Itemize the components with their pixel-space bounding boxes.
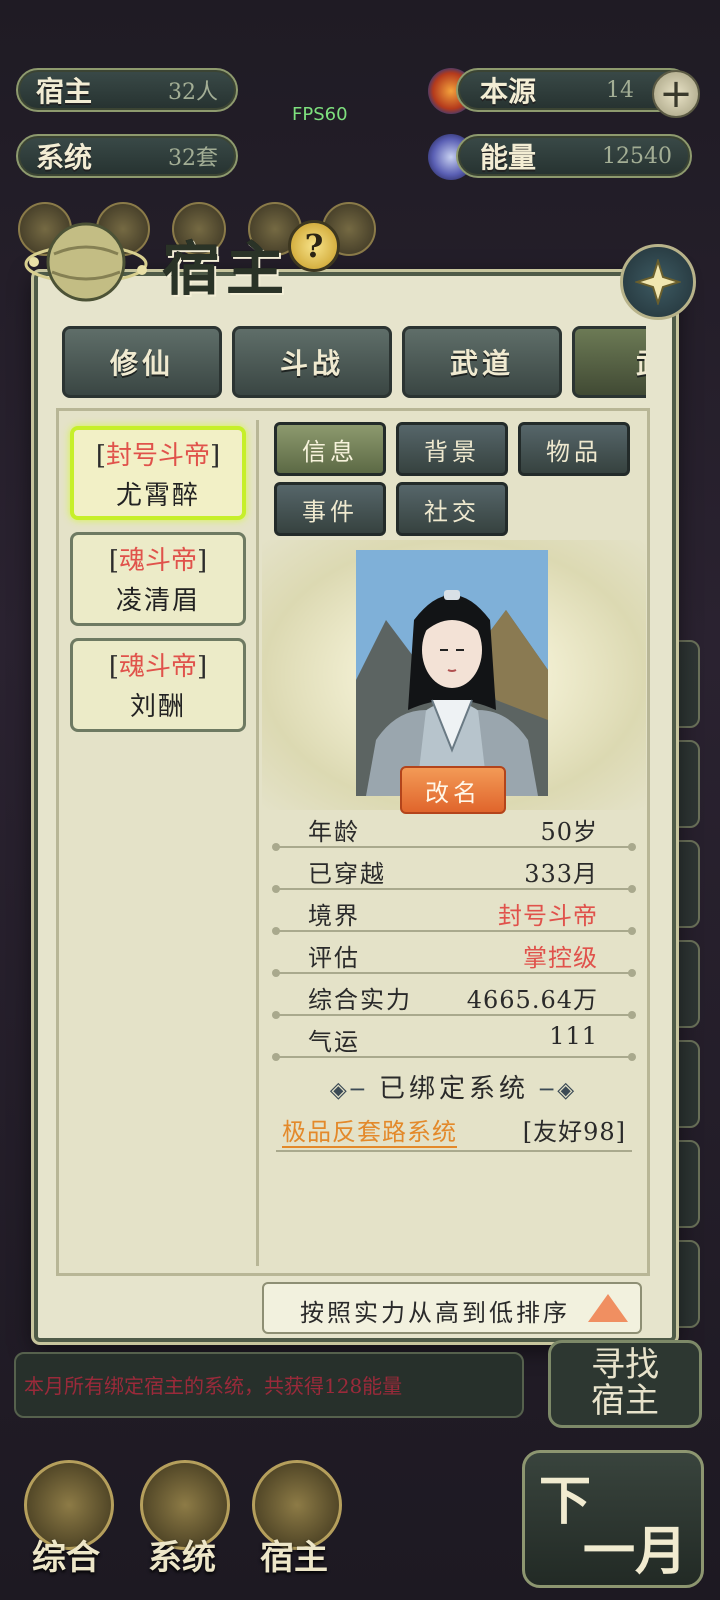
dialog-title: 宿主 <box>162 235 291 303</box>
sort-up-arrow-icon <box>588 1294 628 1322</box>
energy-bar: 能量 12540 <box>456 134 692 178</box>
host-list-item[interactable]: [魂斗帝] 凌清眉 <box>70 532 246 626</box>
tab-martial-2[interactable]: 武 <box>572 326 646 398</box>
energy-label: 能量 <box>480 141 537 174</box>
stat-value: 掌控级 <box>523 944 598 972</box>
tab-martial[interactable]: 武道 <box>402 326 562 398</box>
close-star-icon <box>635 259 681 305</box>
stat-label: 评估 <box>308 944 360 972</box>
system-count-bar: 系统 32套 <box>16 134 238 178</box>
diamond-ornament-icon: ─◈ <box>529 1078 579 1103</box>
stat-row-travel: 已穿越 333月 <box>272 848 636 893</box>
tab-background[interactable]: 背景 <box>396 422 508 476</box>
host-count-label: 宿主 <box>36 75 93 108</box>
host-count-bar: 宿主 32人 <box>16 68 238 112</box>
stat-value: 4665.64万 <box>466 986 598 1014</box>
row-divider <box>276 1150 632 1152</box>
panel-divider <box>256 420 259 1266</box>
help-button[interactable]: ? <box>288 220 340 272</box>
stat-label: 年龄 <box>308 818 360 846</box>
stat-row-realm: 境界 封号斗帝 <box>272 890 636 935</box>
nav-label: 宿主 <box>260 1538 328 1578</box>
origin-label: 本源 <box>480 75 537 108</box>
sort-label: 按照实力从高到低排序 <box>300 1299 570 1327</box>
find-host-line1: 寻找 <box>591 1345 659 1386</box>
nav-host[interactable]: 宿主 <box>244 1460 344 1580</box>
diamond-ornament-icon: ◈─ <box>329 1078 379 1103</box>
host-rank: [魂斗帝] <box>108 652 208 682</box>
host-rank: [魂斗帝] <box>108 546 208 576</box>
monthly-notice: 本月所有绑定宿主的系统，共获得128能量 <box>14 1352 524 1418</box>
planet-emblem-icon <box>24 222 148 302</box>
stat-row-rating: 评估 掌控级 <box>272 932 636 977</box>
bound-system-link[interactable]: 极品反套路系统 <box>282 1112 457 1147</box>
host-rank: [封号斗帝] <box>95 441 221 471</box>
sort-button[interactable]: 按照实力从高到低排序 <box>262 1282 642 1334</box>
stat-value: 333月 <box>524 860 598 888</box>
tab-items[interactable]: 物品 <box>518 422 630 476</box>
stat-label: 气运 <box>308 1028 360 1056</box>
find-host-button[interactable]: 寻找 宿主 <box>548 1340 702 1428</box>
friendliness-value: [友好98] <box>522 1118 626 1146</box>
character-portrait <box>356 550 548 796</box>
stat-label: 境界 <box>308 902 360 930</box>
stat-label: 已穿越 <box>308 860 386 888</box>
nav-overview[interactable]: 综合 <box>16 1460 116 1580</box>
category-tabs: 修仙 斗战 武道 武 <box>60 326 646 398</box>
stat-value: 50岁 <box>540 818 598 846</box>
fps-counter: FPS60 <box>292 104 348 125</box>
stat-value: 111 <box>549 1022 598 1050</box>
system-count-label: 系统 <box>36 141 93 174</box>
stat-row-power: 综合实力 4665.64万 <box>272 974 636 1019</box>
tab-events[interactable]: 事件 <box>274 482 386 536</box>
host-list-item[interactable]: [魂斗帝] 刘酬 <box>70 638 246 732</box>
nav-label: 综合 <box>32 1538 100 1578</box>
host-name: 刘酬 <box>129 692 186 722</box>
system-count-value: 32套 <box>168 146 218 171</box>
tab-info[interactable]: 信息 <box>274 422 386 476</box>
find-host-line2: 宿主 <box>591 1381 659 1421</box>
add-origin-button[interactable]: + <box>652 70 700 118</box>
host-list-item[interactable]: [封号斗帝] 尤霄醉 <box>70 426 246 520</box>
host-name: 凌清眉 <box>115 586 200 616</box>
next-month-button[interactable]: 下 一月 <box>522 1450 704 1588</box>
host-count-value: 32人 <box>168 80 218 105</box>
stat-label: 综合实力 <box>308 986 412 1014</box>
stat-row-luck: 气运 111 <box>272 1016 636 1061</box>
next-month-line2: 一月 <box>583 1521 688 1582</box>
row-divider <box>272 1053 636 1061</box>
bound-system-heading: ◈─ 已绑定系统 ─◈ <box>329 1074 579 1104</box>
origin-value: 14 <box>606 77 634 103</box>
nav-label: 系统 <box>148 1538 216 1578</box>
tab-cultivation[interactable]: 修仙 <box>62 326 222 398</box>
tab-battle[interactable]: 斗战 <box>232 326 392 398</box>
tab-social[interactable]: 社交 <box>396 482 508 536</box>
energy-value: 12540 <box>602 143 672 169</box>
close-button[interactable] <box>620 244 696 320</box>
stat-value: 封号斗帝 <box>498 902 598 930</box>
stat-row-age: 年龄 50岁 <box>272 806 636 851</box>
nav-system[interactable]: 系统 <box>132 1460 232 1580</box>
host-name: 尤霄醉 <box>115 481 200 511</box>
